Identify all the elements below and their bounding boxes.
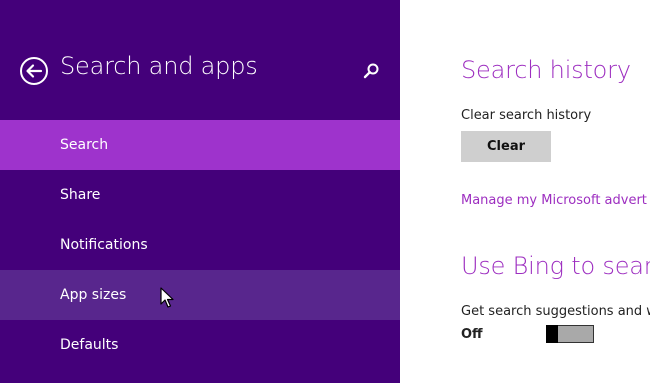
- sidebar-title: Search and apps: [60, 52, 258, 80]
- bing-heading: Use Bing to searc: [461, 252, 650, 280]
- sidebar-item-label: Search: [60, 137, 109, 153]
- sidebar-item-label: Defaults: [60, 337, 119, 353]
- sidebar-item-share[interactable]: Share: [0, 170, 400, 220]
- search-history-heading: Search history: [461, 56, 631, 84]
- toggle-state-label: Off: [461, 327, 483, 342]
- sidebar-item-notifications[interactable]: Notifications: [0, 220, 400, 270]
- clear-history-label: Clear search history: [461, 108, 592, 123]
- sidebar-item-label: App sizes: [60, 287, 127, 303]
- clear-button[interactable]: Clear: [461, 131, 551, 162]
- main-panel: Search history Clear search history Clea…: [400, 0, 650, 383]
- mouse-cursor-icon: [160, 287, 174, 308]
- toggle-thumb[interactable]: [546, 325, 558, 343]
- sidebar-item-label: Notifications: [60, 237, 148, 253]
- search-icon[interactable]: [362, 62, 380, 80]
- back-arrow-icon[interactable]: [19, 56, 49, 86]
- sidebar-header: Search and apps: [0, 0, 400, 120]
- manage-advertising-link[interactable]: Manage my Microsoft advert: [461, 193, 647, 208]
- sidebar-item-defaults[interactable]: Defaults: [0, 320, 400, 370]
- sidebar: Search and apps Search Share Notificatio…: [0, 0, 400, 383]
- sidebar-item-search[interactable]: Search: [0, 120, 400, 170]
- search-suggestions-label: Get search suggestions and w: [461, 304, 650, 319]
- sidebar-item-label: Share: [60, 187, 101, 203]
- sidebar-item-app-sizes[interactable]: App sizes: [0, 270, 400, 320]
- search-suggestions-toggle[interactable]: [546, 325, 594, 343]
